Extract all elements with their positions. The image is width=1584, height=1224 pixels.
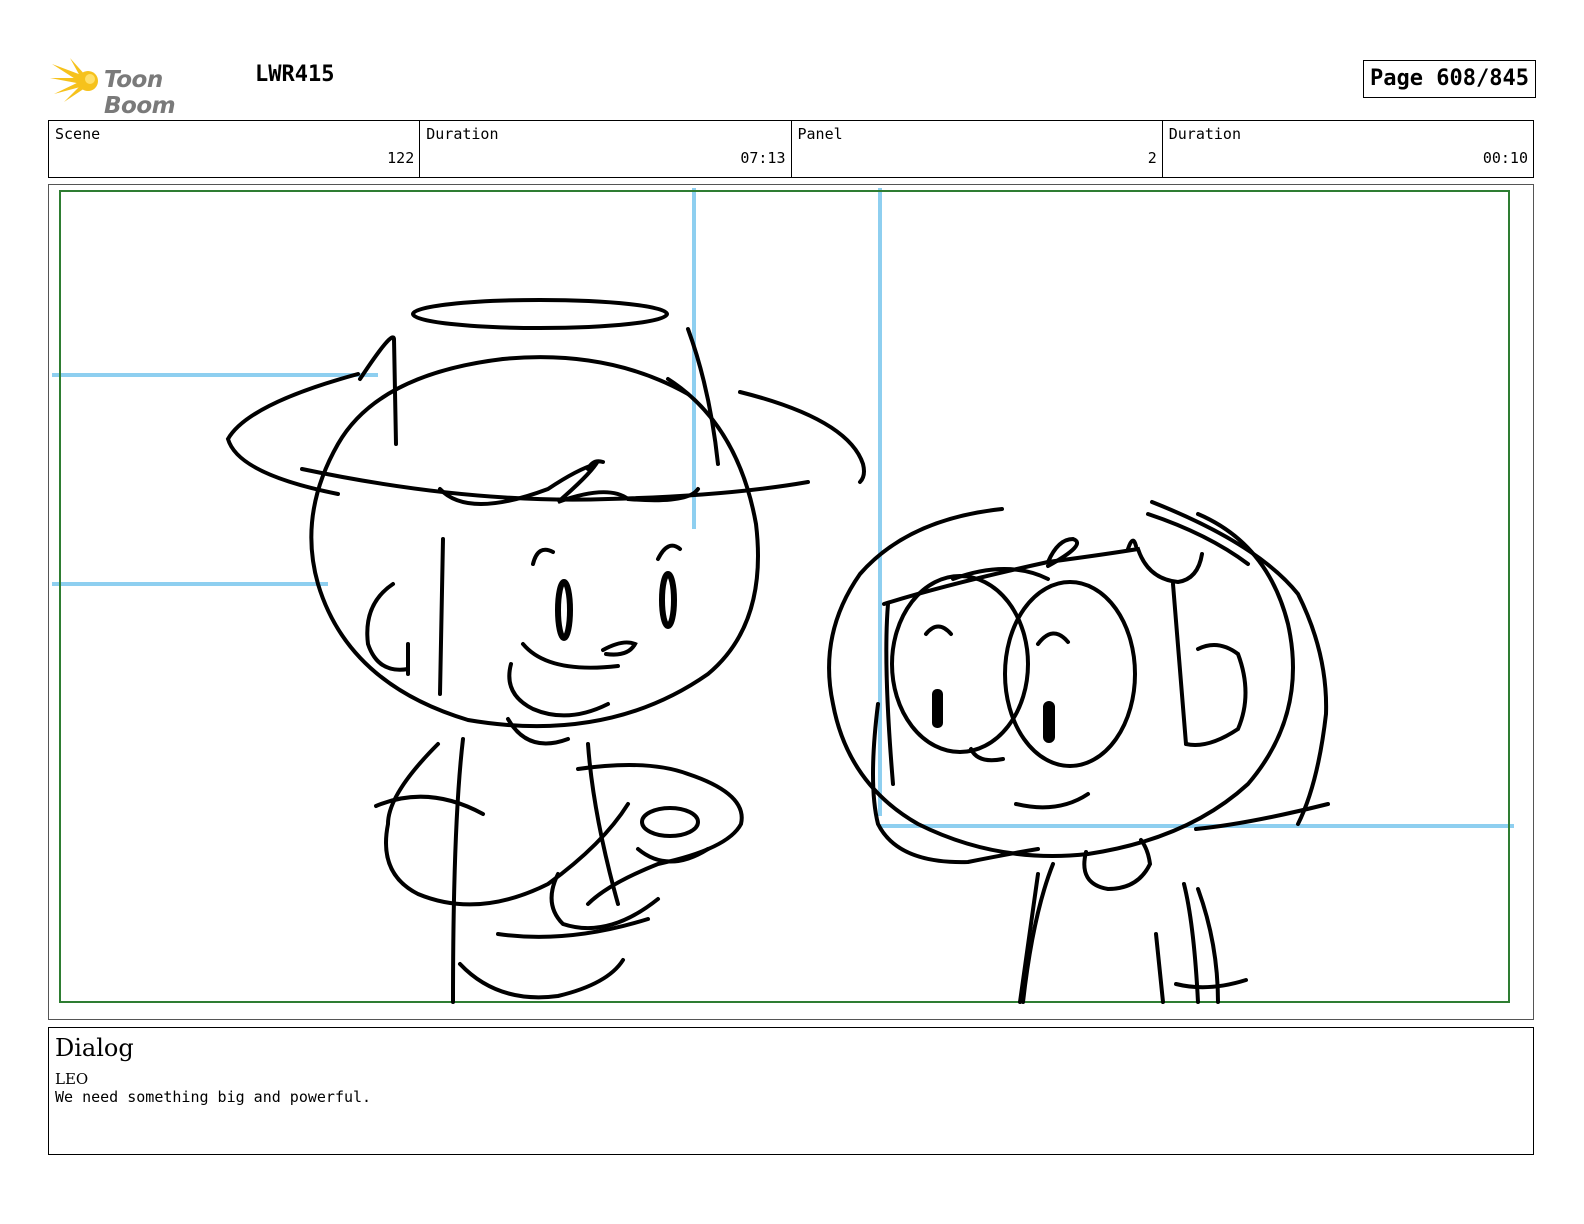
logo-wordmark: Toon Boom — [104, 67, 176, 119]
scene-value: 122 — [387, 149, 415, 167]
project-code: LWR415 — [255, 62, 335, 87]
scene-duration-value: 07:13 — [740, 149, 786, 167]
girl-character-sketch — [827, 500, 1330, 1004]
boy-character-sketch — [225, 298, 866, 1004]
dialog-box: Dialog LEO We need something big and pow… — [48, 1027, 1534, 1155]
panel-duration-cell: Duration 00:10 — [1163, 121, 1533, 177]
panel-duration-value: 00:10 — [1482, 149, 1528, 167]
layout-guides — [52, 188, 1514, 828]
toon-boom-logo: Toon Boom — [50, 56, 240, 119]
dialog-title: Dialog — [55, 1034, 134, 1062]
storyboard-panel-drawing — [52, 188, 1514, 1004]
scene-duration-cell: Duration 07:13 — [420, 121, 792, 177]
sunburst-icon — [50, 58, 98, 102]
panel-cell: Panel 2 — [792, 121, 1163, 177]
scene-cell: Scene 122 — [49, 121, 421, 177]
panel-duration-label: Duration — [1168, 125, 1241, 143]
dialog-line: We need something big and powerful. — [55, 1088, 372, 1106]
safe-frame — [59, 190, 1510, 1003]
panel-label: Panel — [797, 125, 843, 143]
scene-duration-label: Duration — [426, 125, 499, 143]
page-counter: Page 608/845 — [1363, 60, 1536, 98]
scene-info-bar: Scene 122 Duration 07:13 Panel 2 Duratio… — [48, 120, 1534, 178]
storyboard-header: Toon Boom LWR415 Page 608/845 — [50, 52, 1536, 119]
panel-value: 2 — [1147, 149, 1157, 167]
dialog-speaker: LEO — [55, 1070, 89, 1088]
scene-label: Scene — [55, 125, 101, 143]
